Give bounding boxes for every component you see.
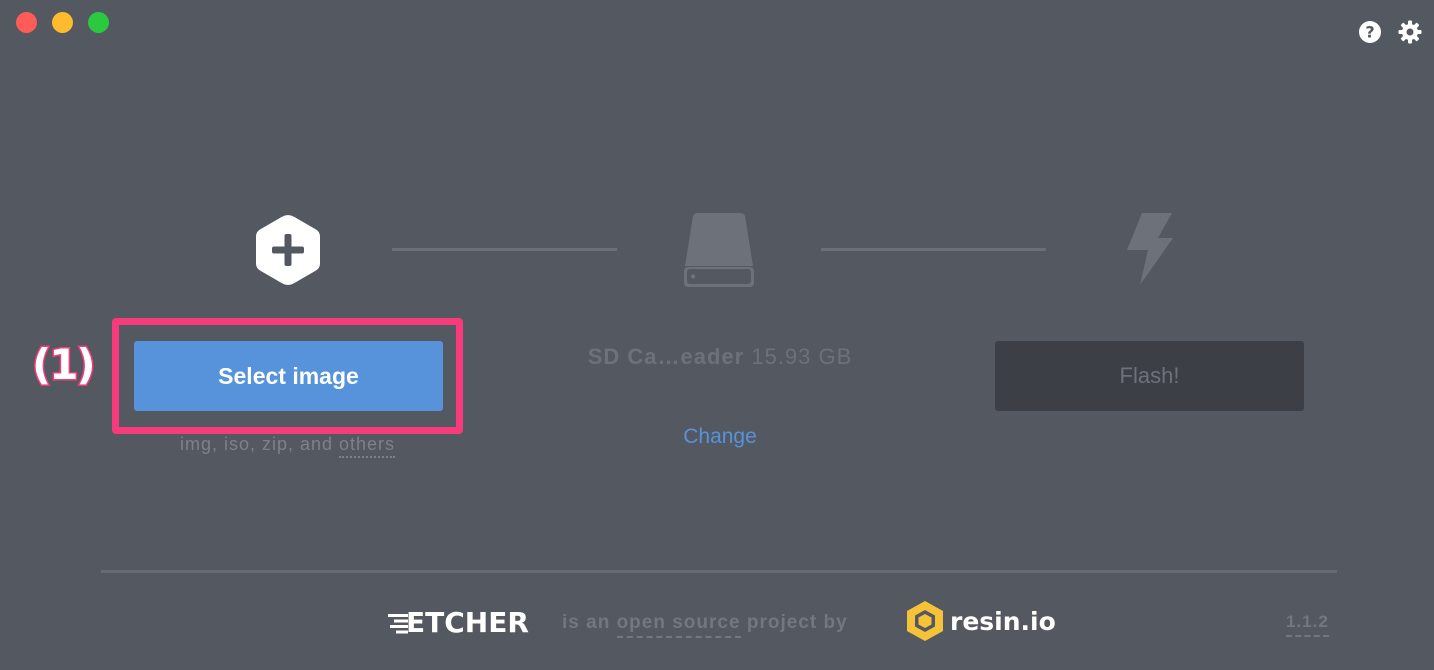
etcher-logo-text: ETCHER [406, 606, 529, 639]
drive-size: 15.93 GB [751, 344, 853, 369]
help-icon[interactable]: ? [1358, 20, 1382, 44]
resin-logo[interactable]: resin.io [906, 600, 1056, 642]
supported-formats: img, iso, zip, and others [112, 434, 463, 458]
drive-name: SD Ca…eader [587, 344, 745, 369]
lightning-icon [1124, 212, 1174, 291]
etcher-logo[interactable]: ETCHER [388, 606, 529, 639]
close-window-button[interactable] [16, 12, 37, 33]
etcher-window: ? (1) Select image img, iso, zip, and ot… [0, 0, 1434, 670]
maximize-window-button[interactable] [88, 12, 109, 33]
change-drive-link[interactable]: Change [520, 425, 920, 449]
footer-text-prefix: is an [562, 612, 617, 633]
settings-icon[interactable] [1398, 20, 1422, 44]
open-source-link[interactable]: open source [616, 612, 741, 638]
select-image-button[interactable]: Select image [134, 341, 443, 411]
selected-drive: SD Ca…eader 15.93 GB [520, 344, 920, 370]
footer-text-suffix: project by [740, 612, 848, 633]
step-connector-1 [392, 248, 617, 251]
formats-text: img, iso, zip, and [179, 434, 340, 454]
resin-logo-text: resin.io [950, 606, 1056, 636]
minimize-window-button[interactable] [52, 12, 73, 33]
footer-divider [101, 570, 1337, 573]
header-icons: ? [1358, 20, 1422, 44]
plus-hexagon-icon [254, 213, 322, 292]
footer-text: is an open source project by [562, 612, 848, 638]
step-connector-2 [821, 248, 1046, 251]
flash-button[interactable]: Flash! [995, 341, 1304, 411]
other-formats-link[interactable]: others [339, 434, 396, 458]
annotation-step-number: (1) [31, 340, 98, 389]
svg-text:?: ? [1365, 23, 1374, 42]
footer: ETCHER is an open source project by resi… [0, 596, 1434, 652]
resin-cube-icon [907, 601, 943, 641]
app-version[interactable]: 1.1.2 [1286, 612, 1329, 637]
window-controls [16, 12, 109, 33]
drive-icon [683, 212, 755, 293]
